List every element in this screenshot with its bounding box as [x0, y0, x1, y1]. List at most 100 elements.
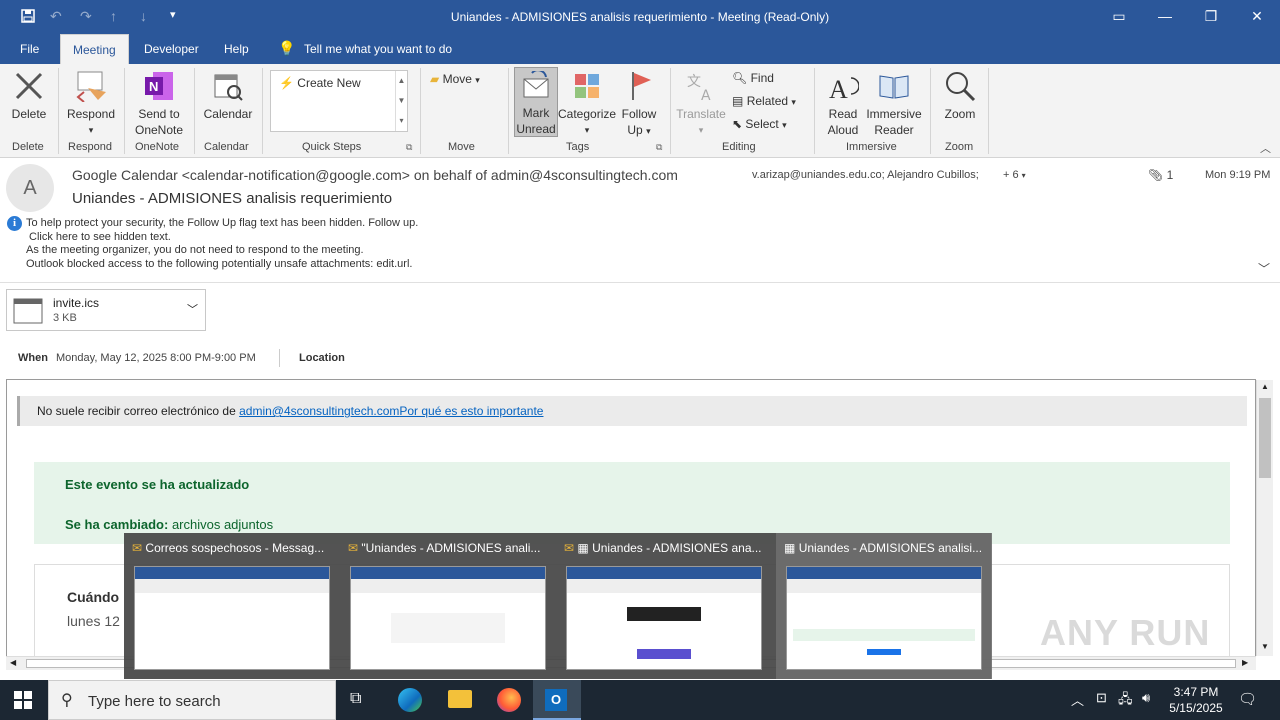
message-subject: Uniandes - ADMISIONES analisis requerimi… — [72, 190, 393, 207]
related-label: Related — [746, 94, 789, 108]
info-line: As the meeting organizer, you do not nee… — [26, 244, 364, 256]
read-aloud-label-1: Read — [828, 107, 858, 121]
info-line: Outlook blocked access to the following … — [26, 257, 413, 270]
info-bar[interactable]: To help protect your security, the Follo… — [26, 217, 418, 271]
tell-me-search[interactable]: Tell me what you want to do — [304, 42, 452, 56]
thumbnail-window[interactable]: ✉ ▦ Uniandes - ADMISIONES ana... — [556, 533, 772, 679]
clock-date: 5/15/2025 — [1169, 701, 1223, 715]
divider — [279, 349, 280, 367]
warning-email-link[interactable]: admin@4sconsultingtech.com — [239, 404, 399, 418]
thumbnail-window-active[interactable]: ▦ Uniandes - ADMISIONES analisi... — [776, 533, 992, 679]
thumbnail-title: Correos sospechosos - Messag... — [145, 541, 325, 555]
expand-info-icon[interactable]: ﹀ — [1258, 260, 1270, 277]
respond-button[interactable]: Respond ▾ — [64, 70, 118, 138]
respond-icon — [76, 71, 106, 103]
edge-icon[interactable] — [398, 688, 422, 712]
thumbnail-window[interactable]: ✉ Correos sospechosos - Messag... — [124, 533, 340, 679]
group-label-zoom: Zoom — [945, 141, 974, 153]
paperclip-icon: 📎︎ — [1148, 168, 1164, 182]
follow-up-button[interactable]: Follow Up ▾ — [618, 70, 660, 139]
svg-text:A: A — [701, 88, 711, 102]
scroll-left-icon[interactable]: ◀ — [10, 658, 16, 667]
calendar-label: Calendar — [203, 107, 253, 121]
dialog-launcher-icon[interactable]: ⧉ — [656, 142, 662, 153]
taskbar-search[interactable]: ⚲ Type here to search — [48, 680, 336, 720]
immersive-reader-button[interactable]: Immersive Reader — [866, 70, 922, 138]
tab-developer[interactable]: Developer — [144, 42, 199, 56]
tab-file[interactable]: File — [20, 42, 39, 56]
select-button[interactable]: ⬉ Select ▾ — [732, 117, 787, 131]
thumbnail-image — [566, 566, 762, 670]
mark-unread-button[interactable]: Mark Unread — [514, 67, 558, 137]
quick-step-create-new[interactable]: ⚡ Create New — [279, 76, 361, 90]
send-onenote-label-2: OneNote — [134, 123, 184, 137]
follow-up-label-1: Follow — [621, 107, 657, 121]
restore-button[interactable]: ❐ — [1191, 4, 1231, 30]
separator — [58, 68, 59, 154]
file-explorer-icon[interactable] — [448, 690, 472, 708]
quick-steps-scroll[interactable]: ▲ ▼ ▾ — [395, 71, 407, 131]
vertical-scrollbar[interactable]: ▲ ▼ — [1256, 380, 1273, 656]
thumbnail-title: Uniandes - ADMISIONES ana... — [592, 541, 762, 555]
notification-icon[interactable]: 🗨︎ — [1238, 690, 1257, 708]
task-view-icon[interactable]: ⧉ — [350, 690, 361, 708]
mark-unread-label-2: Unread — [516, 122, 556, 136]
show-hidden-icons[interactable]: ︿ — [1071, 690, 1084, 709]
scroll-right-icon[interactable]: ▶ — [1242, 658, 1248, 667]
related-button[interactable]: ▤ Related ▾ — [732, 94, 796, 108]
warning-text: No suele recibir correo electrónico de — [37, 404, 236, 418]
attachment-dropdown-icon[interactable]: ﹀ — [187, 301, 198, 317]
info-line: Click here to see hidden text. — [29, 230, 171, 243]
recipients[interactable]: v.arizap@uniandes.edu.co; Alejandro Cubi… — [752, 169, 979, 181]
zoom-button[interactable]: Zoom — [936, 70, 984, 122]
separator — [670, 68, 671, 154]
device-icon[interactable]: ⊡ — [1096, 690, 1107, 706]
svg-text:N: N — [149, 79, 158, 94]
translate-icon: 文A — [687, 74, 711, 104]
separator — [508, 68, 509, 154]
group-label-delete: Delete — [12, 141, 44, 153]
more-recipients-button[interactable]: + 6 ▾ — [1003, 169, 1026, 181]
dialog-launcher-icon[interactable]: ⧉ — [406, 142, 412, 153]
lightbulb-icon: 💡 — [278, 40, 296, 56]
group-label-respond: Respond — [68, 141, 113, 153]
find-button[interactable]: 🔍︎ Find — [732, 71, 774, 85]
flag-icon — [632, 72, 651, 100]
scroll-up-icon[interactable]: ▲ — [1261, 382, 1269, 391]
close-button[interactable]: ✕ — [1237, 4, 1277, 30]
clock[interactable]: 3:47 PM 5/15/2025 — [1164, 684, 1228, 716]
collapse-ribbon-icon[interactable]: ︿ — [1260, 140, 1271, 156]
attachment-card[interactable]: invite.ics 3 KB ﹀ — [6, 289, 206, 331]
thumbnail-title: Uniandes - ADMISIONES analisi... — [798, 541, 983, 555]
volume-icon[interactable]: 🔊︎ — [1142, 690, 1150, 706]
outlook-taskbar-button[interactable]: O — [533, 680, 581, 720]
attachment-indicator: 📎︎ 1 — [1148, 168, 1173, 182]
move-button[interactable]: ▰ Move ▾ — [430, 72, 480, 86]
thumbnail-window[interactable]: ✉ "Uniandes - ADMISIONES anali... — [340, 533, 556, 679]
calendar-button[interactable]: Calendar — [198, 70, 258, 122]
network-icon[interactable]: 🖧︎ — [1118, 690, 1133, 712]
categorize-button[interactable]: Categorize ▾ — [558, 70, 616, 138]
translate-button[interactable]: 文A Translate ▾ — [674, 70, 728, 138]
mail-icon: ✉ — [348, 541, 359, 555]
thumbnail-image — [134, 566, 330, 670]
cuando-label: Cuándo — [67, 589, 120, 605]
start-button[interactable] — [14, 691, 32, 712]
firefox-icon[interactable] — [497, 688, 521, 712]
scroll-thumb[interactable] — [1259, 398, 1271, 478]
minimize-button[interactable]: — — [1145, 4, 1185, 30]
tab-help[interactable]: Help — [224, 42, 249, 56]
delete-button[interactable]: Delete — [6, 70, 52, 122]
tab-meeting[interactable]: Meeting — [60, 34, 129, 64]
separator — [124, 68, 125, 154]
read-aloud-button[interactable]: A Read Aloud — [820, 70, 866, 138]
ribbon-display-icon[interactable]: ▭ — [1099, 4, 1139, 30]
why-important-link[interactable]: Por qué es esto importante — [399, 404, 543, 418]
group-label-tags: Tags — [566, 141, 590, 153]
cuando-value: lunes 12 — [67, 613, 120, 629]
thumbnail-title: "Uniandes - ADMISIONES anali... — [361, 541, 541, 555]
scroll-down-icon[interactable]: ▼ — [1261, 642, 1269, 651]
mark-unread-label-1: Mark — [522, 106, 550, 120]
send-to-onenote-button[interactable]: N Send to OneNote — [128, 70, 190, 138]
create-new-label: Create New — [297, 76, 361, 90]
